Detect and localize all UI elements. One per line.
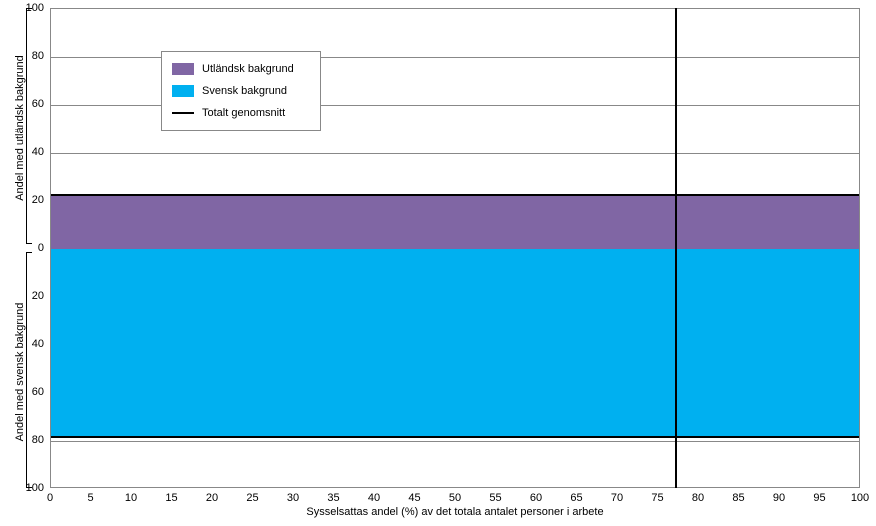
xtick: 95 [805,492,835,504]
yaxis-label-bottom: Andel med svensk bakgrund [14,282,26,462]
area-svensk-edge [51,436,859,438]
bracket-top [26,8,32,244]
legend-label: Svensk bakgrund [202,85,287,97]
xaxis-label: Sysselsattas andel (%) av det totala ant… [50,506,860,518]
xtick: 20 [197,492,227,504]
xtick: 45 [400,492,430,504]
legend-label: Totalt genomsnitt [202,107,285,119]
legend: Utländsk bakgrund Svensk bakgrund Totalt… [161,51,321,131]
xtick: 65 [562,492,592,504]
area-svensk [51,249,859,436]
xtick: 85 [724,492,754,504]
gridline [51,441,859,442]
gridline [51,153,859,154]
xtick: 25 [238,492,268,504]
reference-line-totalt [675,8,677,488]
legend-item: Svensk bakgrund [172,80,310,102]
xtick: 5 [76,492,106,504]
xtick: 15 [157,492,187,504]
xtick: 0 [35,492,65,504]
xtick: 70 [602,492,632,504]
xtick: 40 [359,492,389,504]
bracket-bottom [26,252,32,488]
yaxis-label-top: Andel med utländsk bakgrund [14,38,26,218]
xtick: 80 [683,492,713,504]
area-utlandsk-edge [51,194,859,196]
xtick: 55 [481,492,511,504]
xtick: 30 [278,492,308,504]
xtick: 10 [116,492,146,504]
legend-item: Utländsk bakgrund [172,58,310,80]
chart: Utländsk bakgrund Svensk bakgrund Totalt… [0,0,876,526]
xtick: 75 [643,492,673,504]
xtick: 50 [440,492,470,504]
xtick: 60 [521,492,551,504]
legend-item: Totalt genomsnitt [172,102,310,124]
legend-label: Utländsk bakgrund [202,63,294,75]
xtick: 35 [319,492,349,504]
xtick: 100 [845,492,875,504]
line-icon [172,112,194,114]
plot-area: Utländsk bakgrund Svensk bakgrund Totalt… [50,8,860,488]
area-utlandsk [51,196,859,249]
square-icon [172,85,194,97]
square-icon [172,63,194,75]
xtick: 90 [764,492,794,504]
